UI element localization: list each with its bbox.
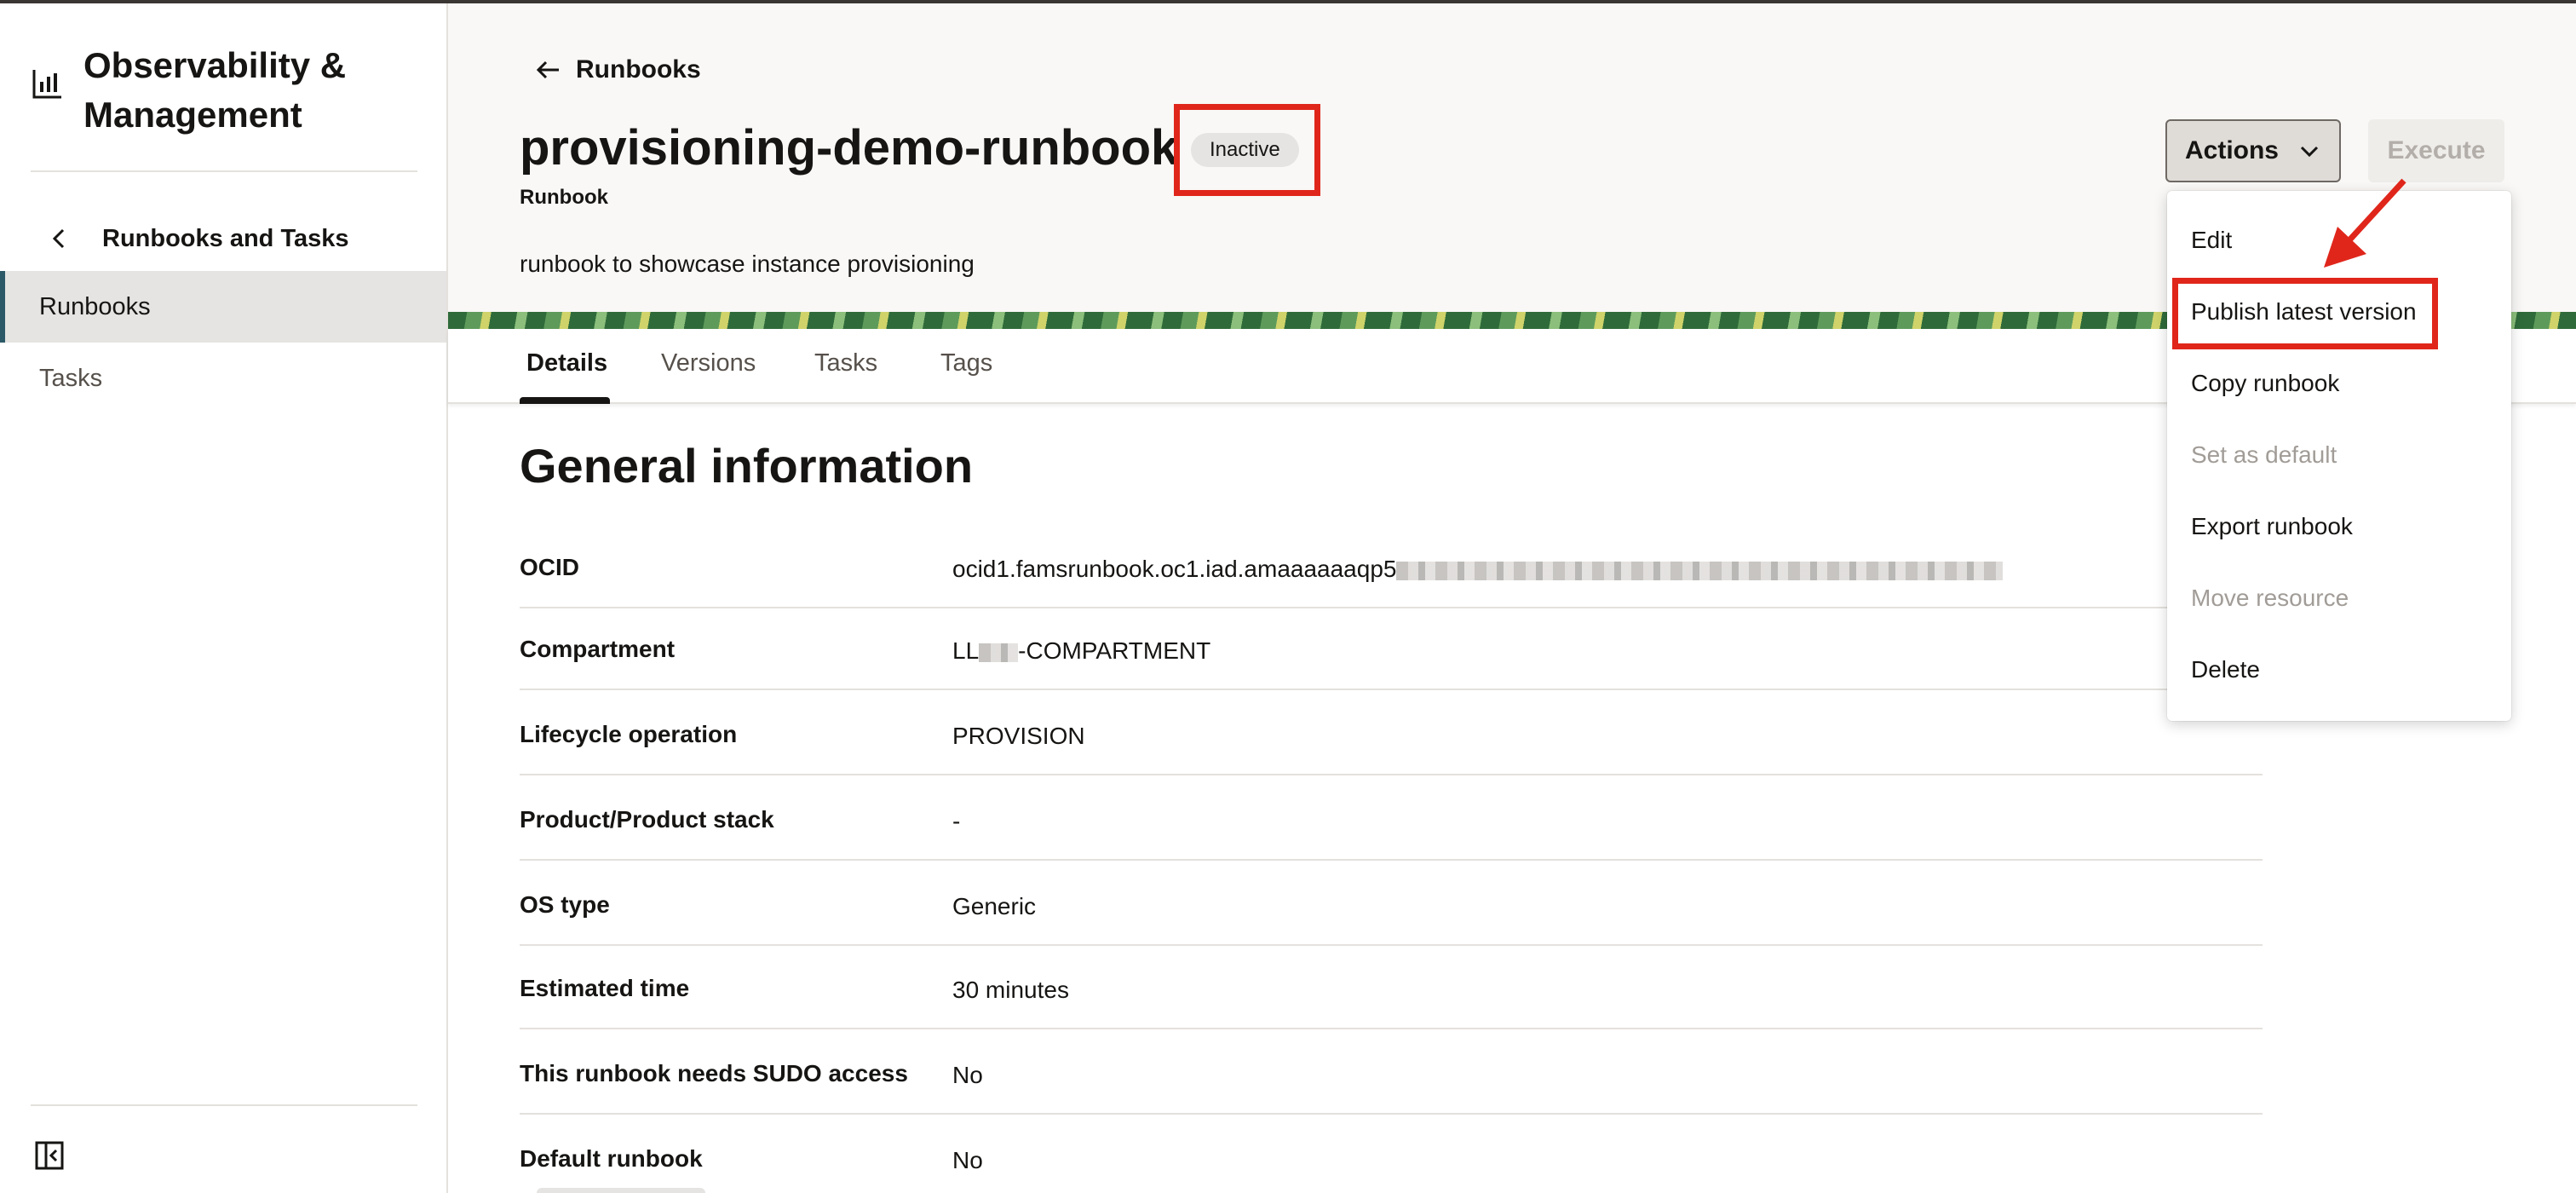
- active-tab-indicator: [520, 397, 610, 404]
- menu-item-publish-latest-version[interactable]: Publish latest version: [2191, 298, 2417, 326]
- info-row-ocid: OCID ocid1.famsrunbook.oc1.iad.amaaaaaaq…: [520, 523, 2263, 608]
- info-label: Product/Product stack: [520, 806, 774, 833]
- menu-item-edit[interactable]: Edit: [2191, 227, 2232, 254]
- arrow-left-icon: [536, 61, 559, 79]
- runbook-description: runbook to showcase instance provisionin…: [520, 251, 975, 277]
- info-value: No: [952, 1147, 983, 1173]
- sidebar-footer-divider: [31, 1104, 417, 1106]
- app-title: Observability & Management: [83, 45, 347, 135]
- compartment-prefix: LL: [952, 637, 980, 664]
- info-label: Lifecycle operation: [520, 721, 738, 747]
- chevron-down-icon: [2300, 146, 2319, 158]
- sidebar-item-label: Runbooks: [39, 292, 151, 320]
- actions-button[interactable]: Actions: [2165, 119, 2341, 182]
- redacted-text: [979, 643, 1019, 662]
- page-title: provisioning-demo-runbook: [520, 120, 1179, 176]
- info-row-lifecycle-operation: Lifecycle operation PROVISION: [520, 690, 2263, 775]
- sidebar-back-label: Runbooks and Tasks: [102, 224, 349, 252]
- chart-icon: [32, 70, 61, 99]
- sidebar-item-tasks[interactable]: Tasks: [0, 343, 446, 414]
- menu-item-copy-runbook[interactable]: Copy runbook: [2191, 370, 2339, 397]
- info-row-default-runbook: Default runbook No: [520, 1115, 2263, 1193]
- back-to-runbooks-and-tasks[interactable]: Runbooks and Tasks: [48, 215, 349, 262]
- ocid-value: ocid1.famsrunbook.oc1.iad.amaaaaaaqp5: [952, 556, 1397, 582]
- menu-item-export-runbook[interactable]: Export runbook: [2191, 513, 2353, 540]
- menu-item-delete[interactable]: Delete: [2191, 656, 2260, 683]
- sidebar: Observability & Management Runbooks and …: [0, 3, 448, 1193]
- info-label: Default runbook: [520, 1145, 703, 1172]
- tab-versions[interactable]: Versions: [661, 349, 756, 377]
- info-value: 30 minutes: [952, 977, 1069, 1003]
- info-value: -: [952, 808, 961, 834]
- compartment-suffix: -COMPARTMENT: [1018, 637, 1211, 664]
- app-root: Observability & Management Runbooks and …: [0, 0, 2576, 1193]
- main-content: Runbooks provisioning-demo-runbook Inact…: [448, 3, 2576, 1193]
- redacted-text: [1396, 561, 2004, 580]
- sidebar-item-label: Tasks: [39, 364, 103, 392]
- sidebar-item-runbooks[interactable]: Runbooks: [0, 271, 446, 343]
- actions-button-label: Actions: [2184, 136, 2279, 164]
- info-label: Estimated time: [520, 975, 690, 1001]
- section-title: General information: [520, 439, 974, 493]
- tab-tasks[interactable]: Tasks: [814, 349, 877, 377]
- back-to-runbooks-link[interactable]: Runbooks: [533, 51, 701, 89]
- menu-item-set-as-default: Set as default: [2191, 441, 2337, 468]
- sidebar-divider: [31, 170, 417, 172]
- info-value: No: [952, 1062, 983, 1088]
- info-row-product-stack: Product/Product stack -: [520, 775, 2263, 861]
- info-label: Compartment: [520, 636, 676, 662]
- chevron-left-icon: [52, 228, 65, 249]
- tab-tags[interactable]: Tags: [940, 349, 992, 377]
- info-label: This runbook needs SUDO access: [520, 1060, 908, 1086]
- info-row-os-type: OS type Generic: [520, 861, 2263, 946]
- info-row-estimated-time: Estimated time 30 minutes: [520, 944, 2263, 1029]
- info-row-compartment: Compartment LL -COMPARTMENT: [520, 605, 2263, 690]
- info-label: OS type: [520, 891, 610, 918]
- info-row-sudo-access: This runbook needs SUDO access No: [520, 1029, 2263, 1115]
- info-value: ocid1.famsrunbook.oc1.iad.amaaaaaaqp5: [952, 556, 2004, 583]
- info-value: LL -COMPARTMENT: [952, 637, 1210, 665]
- back-link-label: Runbooks: [576, 55, 701, 84]
- resource-type-label: Runbook: [520, 186, 608, 209]
- status-badge: Inactive: [1191, 133, 1299, 167]
- execute-button[interactable]: Execute: [2368, 119, 2504, 182]
- menu-item-move-resource: Move resource: [2191, 585, 2349, 611]
- brand: Observability & Management: [31, 41, 407, 140]
- info-value: Generic: [952, 893, 1037, 919]
- partial-button[interactable]: [537, 1188, 705, 1193]
- tab-details[interactable]: Details: [526, 349, 607, 377]
- collapse-sidebar-icon[interactable]: [34, 1140, 65, 1171]
- annotation-arrow-icon: [2324, 178, 2406, 268]
- info-label: OCID: [520, 554, 579, 580]
- info-value: PROVISION: [952, 723, 1085, 749]
